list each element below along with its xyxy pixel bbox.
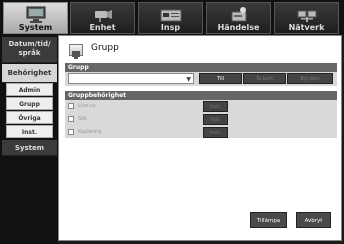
event-icon: [231, 7, 246, 22]
tab-label: Nätverk: [288, 23, 325, 32]
add-group-button[interactable]: Till: [199, 73, 242, 84]
permission-row-live: Live-vy: [65, 101, 337, 112]
live-view-setup-button[interactable]: Inst.: [203, 101, 228, 112]
content-panel: Grupp Grupp ▼ Till Ta bort Byt.ben Grupp…: [58, 35, 342, 241]
permission-label: Live-vy: [78, 103, 96, 109]
network-icon: [297, 10, 316, 22]
copy-setup-button[interactable]: Inst.: [203, 127, 228, 138]
camera-icon: [94, 10, 112, 22]
group-select[interactable]: ▼: [68, 73, 194, 84]
sidebar: Datum/tid/ språk Behörighet Admin Grupp …: [0, 35, 58, 244]
tab-natverk[interactable]: Nätverk: [274, 2, 339, 34]
tab-label: Insp: [160, 23, 181, 32]
search-checkbox[interactable]: [68, 116, 74, 122]
sidebar-subitem-inst[interactable]: Inst.: [6, 125, 53, 138]
rename-group-button[interactable]: Byt.ben: [287, 73, 333, 84]
sidebar-subitem-ovriga[interactable]: Övriga: [6, 111, 53, 124]
sidebar-item-system[interactable]: System: [2, 140, 57, 156]
sidebar-subitem-admin[interactable]: Admin: [6, 83, 53, 96]
group-section-header: Grupp: [65, 63, 337, 72]
page-title: Grupp: [91, 43, 119, 53]
apply-button[interactable]: Tillämpa: [250, 212, 287, 228]
top-tab-bar: System Enhet Insp Händelse Nätverk: [0, 0, 344, 35]
sidebar-item-datum-tid-sprak[interactable]: Datum/tid/ språk: [2, 37, 57, 63]
chevron-down-icon: ▼: [186, 76, 191, 83]
permission-label: Sök: [78, 116, 88, 122]
tab-insp[interactable]: Insp: [138, 2, 203, 34]
tab-label: Händelse: [217, 23, 260, 32]
cancel-button[interactable]: Avbryt: [296, 212, 331, 228]
sidebar-subitem-grupp[interactable]: Grupp: [6, 97, 53, 110]
tab-label: System: [18, 23, 53, 32]
page-icon: [69, 44, 83, 59]
tab-system[interactable]: System: [3, 2, 68, 34]
delete-group-button[interactable]: Ta bort: [243, 73, 286, 84]
monitor-icon: [26, 6, 45, 23]
tab-label: Enhet: [89, 23, 116, 32]
permission-label: Kopiering: [78, 129, 102, 135]
recorder-icon: [160, 9, 181, 22]
tab-handelse[interactable]: Händelse: [206, 2, 271, 34]
permission-section-header: Gruppbehörighet: [65, 91, 337, 100]
permission-row-search: Sök: [65, 114, 337, 125]
sidebar-item-behorighet[interactable]: Behörighet: [2, 64, 57, 83]
tab-enhet[interactable]: Enhet: [70, 2, 135, 34]
live-view-checkbox[interactable]: [68, 103, 74, 109]
search-setup-button[interactable]: Inst.: [203, 114, 228, 125]
copy-checkbox[interactable]: [68, 129, 74, 135]
permission-row-copy: Kopiering: [65, 127, 337, 138]
